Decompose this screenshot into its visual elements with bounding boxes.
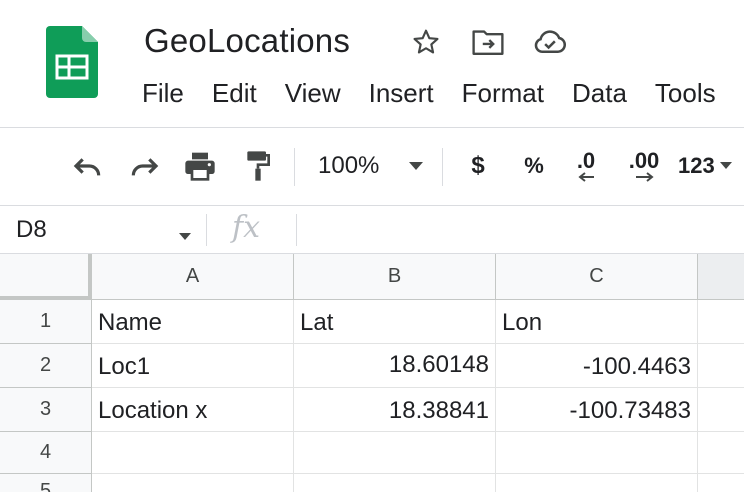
cell-a1[interactable]: Name xyxy=(92,300,294,344)
percent-format-button[interactable]: % xyxy=(518,146,550,186)
formula-bar-separator xyxy=(296,214,297,246)
menu-format[interactable]: Format xyxy=(462,78,544,109)
column-header-d[interactable] xyxy=(698,254,744,300)
cell-c2[interactable]: -100.4463 xyxy=(496,344,698,388)
print-icon[interactable] xyxy=(180,146,220,186)
name-box[interactable]: D8 xyxy=(16,216,47,244)
fx-icon: fx xyxy=(232,210,261,245)
cell-c1[interactable]: Lon xyxy=(496,300,698,344)
undo-icon[interactable] xyxy=(68,146,108,186)
cell-a5[interactable] xyxy=(92,474,294,492)
row-header-5[interactable]: 5 xyxy=(0,474,92,492)
cell-b5[interactable] xyxy=(294,474,496,492)
paint-format-icon[interactable] xyxy=(238,146,278,186)
formula-input[interactable] xyxy=(306,216,736,246)
menu-insert[interactable]: Insert xyxy=(369,78,434,109)
more-formats-dropdown-icon xyxy=(719,162,732,169)
zoom-select[interactable]: 100% xyxy=(318,146,390,186)
arrow-right-icon xyxy=(636,172,654,182)
cell-b3[interactable]: 18.38841 xyxy=(294,388,496,432)
cell-d1[interactable] xyxy=(698,300,744,344)
row-header-1[interactable]: 1 xyxy=(0,300,92,344)
menu-tools[interactable]: Tools xyxy=(655,78,716,109)
sheets-logo-icon[interactable] xyxy=(46,26,98,98)
move-to-folder-icon[interactable] xyxy=(470,24,506,60)
toolbar-separator xyxy=(294,148,295,186)
column-header-c[interactable]: C xyxy=(496,254,698,300)
toolbar-separator xyxy=(442,148,443,186)
decrease-decimal-button[interactable]: .0 xyxy=(566,146,606,186)
cell-b1[interactable]: Lat xyxy=(294,300,496,344)
spreadsheet-grid: A B C 1 2 3 4 5 Name Lat Lon Loc1 18.601… xyxy=(0,254,744,492)
zoom-dropdown-icon[interactable] xyxy=(402,146,430,186)
cell-c3[interactable]: -100.73483 xyxy=(496,388,698,432)
menu-file[interactable]: File xyxy=(142,78,184,109)
formula-bar-separator xyxy=(206,214,207,246)
formula-bar: D8 fx xyxy=(0,206,744,254)
name-box-dropdown-icon[interactable] xyxy=(178,228,192,246)
arrow-left-icon xyxy=(578,172,594,182)
cell-c4[interactable] xyxy=(496,432,698,474)
cell-a2[interactable]: Loc1 xyxy=(92,344,294,388)
increase-decimal-button[interactable]: .00 xyxy=(620,146,668,186)
cloud-saved-icon[interactable] xyxy=(532,24,568,60)
currency-format-button[interactable]: $ xyxy=(462,146,494,186)
app-header: GeoLocations File Edit View Insert Forma… xyxy=(0,0,744,128)
zoom-value: 100% xyxy=(318,152,380,179)
cell-c5[interactable] xyxy=(496,474,698,492)
document-title[interactable]: GeoLocations xyxy=(144,22,350,60)
toolbar: 100% $ % .0 .00 123 xyxy=(0,128,744,206)
cell-b4[interactable] xyxy=(294,432,496,474)
menu-edit[interactable]: Edit xyxy=(212,78,257,109)
cell-d5[interactable] xyxy=(698,474,744,492)
column-header-b[interactable]: B xyxy=(294,254,496,300)
cell-b2[interactable]: 18.60148 xyxy=(294,344,496,388)
star-icon[interactable] xyxy=(408,24,444,60)
menu-data[interactable]: Data xyxy=(572,78,627,109)
row-header-3[interactable]: 3 xyxy=(0,388,92,432)
redo-icon[interactable] xyxy=(124,146,164,186)
select-all-corner[interactable] xyxy=(0,254,92,300)
cell-d3[interactable] xyxy=(698,388,744,432)
cell-d2[interactable] xyxy=(698,344,744,388)
cell-a3[interactable]: Location x xyxy=(92,388,294,432)
menu-view[interactable]: View xyxy=(285,78,341,109)
column-header-a[interactable]: A xyxy=(92,254,294,300)
title-actions xyxy=(408,24,568,60)
row-header-4[interactable]: 4 xyxy=(0,432,92,474)
cell-d4[interactable] xyxy=(698,432,744,474)
cell-a4[interactable] xyxy=(92,432,294,474)
menu-bar: File Edit View Insert Format Data Tools xyxy=(142,78,744,109)
row-header-2[interactable]: 2 xyxy=(0,344,92,388)
more-formats-button[interactable]: 123 xyxy=(678,146,740,186)
